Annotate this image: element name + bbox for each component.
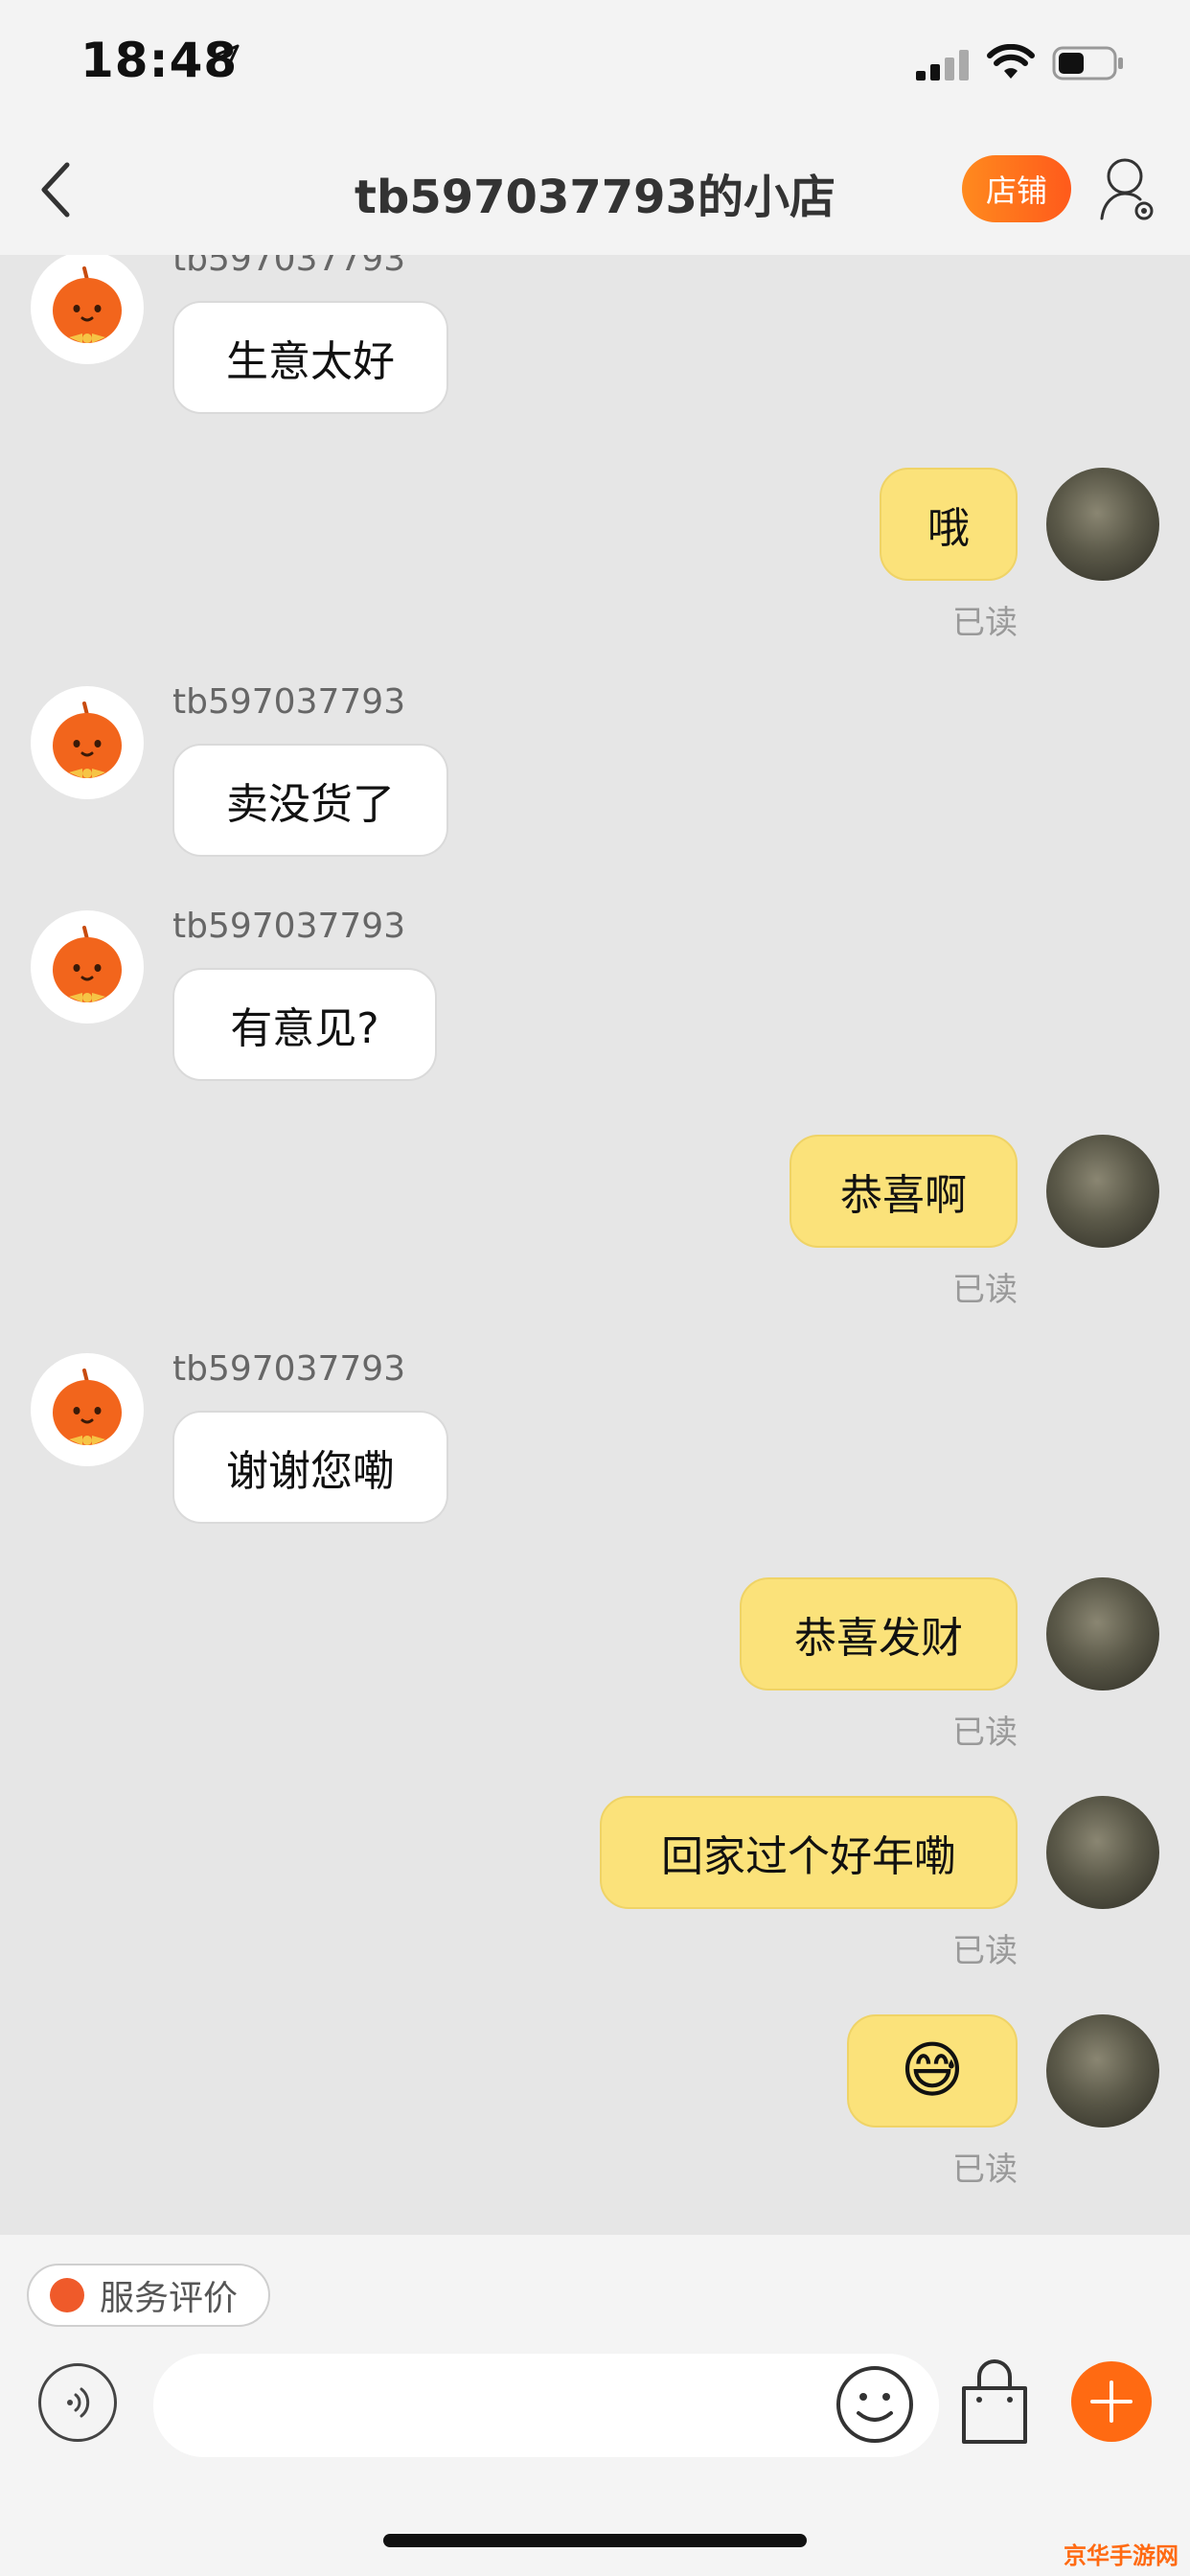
sent-message[interactable]: 恭喜发财 — [740, 1577, 1018, 1690]
nav-bar: tb597037793的小店 店铺 — [0, 125, 1190, 255]
user-avatar[interactable] — [1046, 1135, 1159, 1248]
service-rating-button[interactable]: 服务评价 — [27, 2264, 270, 2327]
shop-button[interactable]: 店铺 — [962, 155, 1071, 222]
signal-icon — [916, 50, 969, 80]
user-avatar[interactable] — [1046, 1577, 1159, 1690]
service-rating-label: 服务评价 — [100, 2279, 239, 2318]
sender-name: tb597037793 — [172, 1349, 406, 1389]
user-avatar[interactable] — [1046, 1796, 1159, 1909]
home-indicator[interactable] — [383, 2534, 807, 2547]
voice-icon — [67, 2387, 90, 2418]
shop-avatar[interactable] — [31, 686, 144, 799]
pumpkin-avatar-icon — [53, 1368, 122, 1445]
received-message[interactable]: 有意见? — [172, 968, 437, 1081]
sender-name: tb597037793 — [172, 255, 406, 279]
user-avatar[interactable] — [1046, 468, 1159, 581]
wifi-icon — [987, 44, 1035, 79]
shopping-bag-icon — [962, 2359, 1027, 2444]
received-message[interactable]: 谢谢您嘞 — [172, 1411, 448, 1524]
emoji-button[interactable] — [834, 2363, 916, 2446]
read-status: 已读 — [952, 1271, 1018, 1309]
sent-message[interactable]: 哦 — [880, 468, 1018, 581]
message-input[interactable] — [153, 2354, 939, 2457]
rating-icon — [50, 2278, 84, 2312]
chat-area[interactable]: tb597037793 生意太好 哦 已读 tb597037793 卖没货了 t… — [0, 255, 1190, 2235]
sender-name: tb597037793 — [172, 682, 406, 722]
plus-icon — [1090, 2380, 1133, 2423]
read-status: 已读 — [952, 1714, 1018, 1752]
read-status: 已读 — [952, 604, 1018, 642]
pumpkin-avatar-icon — [53, 702, 122, 778]
input-area: 服务评价 京华手游网 — [0, 2235, 1190, 2576]
read-status: 已读 — [952, 1932, 1018, 1970]
shop-avatar[interactable] — [31, 255, 144, 364]
user-avatar[interactable] — [1046, 2014, 1159, 2128]
shopping-bag-button[interactable] — [958, 2359, 1031, 2446]
location-arrow-icon — [213, 44, 240, 71]
voice-button[interactable] — [38, 2363, 117, 2442]
sent-message[interactable]: 回家过个好年嘞 — [600, 1796, 1018, 1909]
emoji-icon — [836, 2366, 913, 2443]
received-message[interactable]: 生意太好 — [172, 301, 448, 414]
pumpkin-avatar-icon — [53, 926, 122, 1002]
watermark: 京华手游网 — [1064, 2542, 1179, 2569]
battery-icon — [1052, 46, 1123, 80]
sent-message[interactable]: 恭喜啊 — [790, 1135, 1018, 1248]
user-settings-icon[interactable] — [1098, 155, 1157, 224]
status-bar: 18:48 — [0, 0, 1190, 125]
sender-name: tb597037793 — [172, 907, 406, 946]
shop-avatar[interactable] — [31, 910, 144, 1024]
sent-emoji-message[interactable]: 😅 — [847, 2014, 1018, 2128]
pumpkin-avatar-icon — [53, 266, 122, 343]
more-button[interactable] — [1071, 2361, 1152, 2442]
received-message[interactable]: 卖没货了 — [172, 744, 448, 857]
shop-avatar[interactable] — [31, 1353, 144, 1466]
read-status: 已读 — [952, 2150, 1018, 2189]
